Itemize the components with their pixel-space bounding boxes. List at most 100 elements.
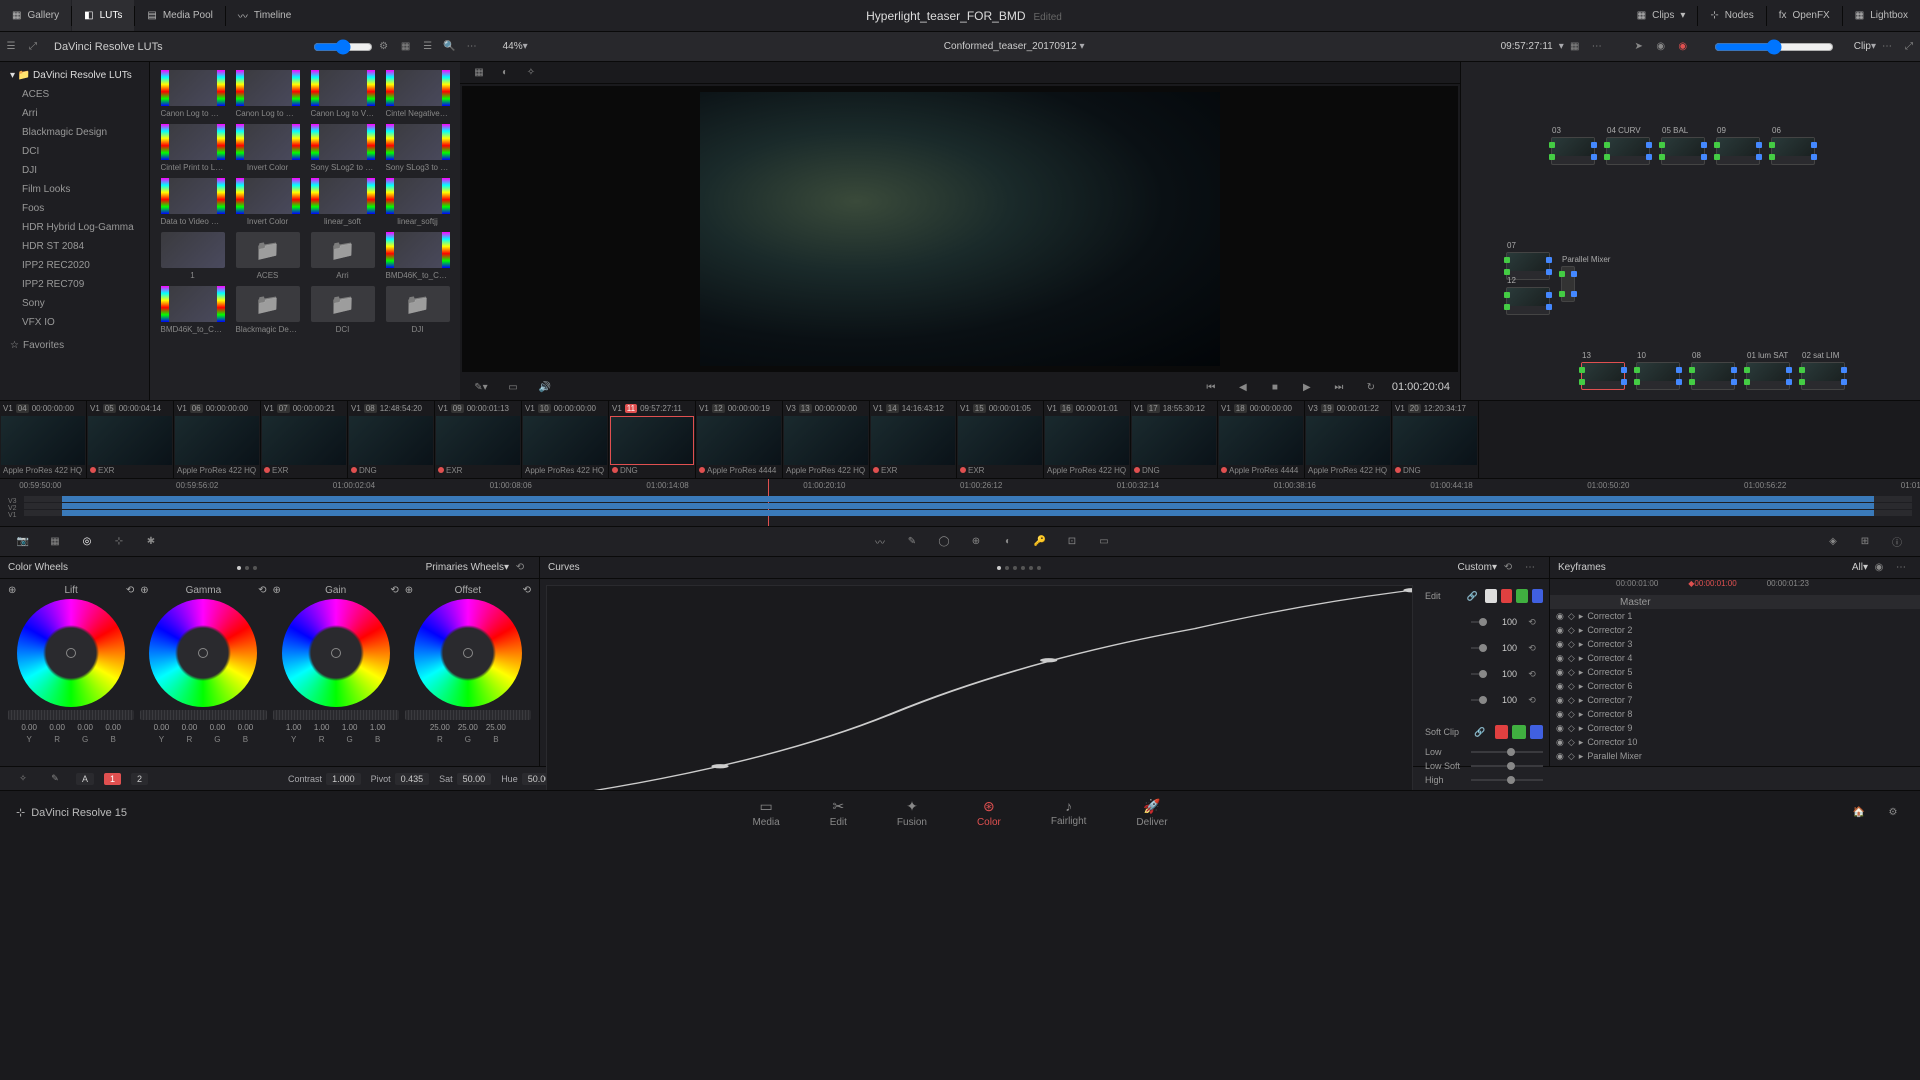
lut-folder-item[interactable]: IPP2 REC2020	[0, 256, 149, 275]
lut-folder-item[interactable]: Foos	[0, 199, 149, 218]
clip-thumb[interactable]: V11718:55:30:12DNG	[1131, 401, 1218, 478]
lut-folder-item[interactable]: Film Looks	[0, 180, 149, 199]
zoom-value[interactable]: 44%	[503, 41, 523, 52]
reset-icon[interactable]: ⟲	[258, 585, 266, 596]
page-2[interactable]: 2	[131, 773, 148, 785]
link-icon[interactable]: 🔗	[1463, 585, 1481, 607]
chevron-down-icon[interactable]: ▾	[1559, 41, 1564, 52]
grid-view-icon[interactable]: ▦	[395, 36, 417, 58]
sc-chan-g[interactable]	[1512, 725, 1525, 739]
lut-folder-item[interactable]: DJI	[0, 161, 149, 180]
filter-icon[interactable]: ⚙	[373, 36, 395, 58]
favorites-item[interactable]: ☆ Favorites	[0, 336, 149, 355]
lut-folder-item[interactable]: HDR Hybrid Log-Gamma	[0, 218, 149, 237]
wipe-icon[interactable]: ✧	[520, 62, 542, 84]
lut-folder-item[interactable]: Sony	[0, 294, 149, 313]
lut-item[interactable]: 1	[158, 232, 227, 280]
lut-item[interactable]: Blackmagic Design	[233, 286, 302, 334]
tab-fusion[interactable]: ✦Fusion	[897, 798, 927, 828]
lut-item[interactable]: ACES	[233, 232, 302, 280]
clip-thumb[interactable]: V10700:00:00:21EXR	[261, 401, 348, 478]
clip-mode[interactable]: Clip	[1854, 41, 1871, 52]
wheels-mode[interactable]: Primaries Wheels	[426, 562, 504, 573]
tab-media[interactable]: ▭Media	[752, 798, 779, 828]
color-icon[interactable]: ◉	[1672, 36, 1694, 58]
qualifier-icon[interactable]: ✎	[901, 531, 923, 553]
thumb-size-slider[interactable]	[313, 39, 373, 55]
keyframe-row[interactable]: ◉◇▸Corrector 8	[1550, 707, 1920, 721]
g-intensity-slider[interactable]	[1471, 673, 1487, 675]
auto-balance-icon[interactable]: ✧	[12, 768, 34, 790]
node[interactable]: 10	[1636, 362, 1680, 390]
bypass-icon[interactable]: ✎▾	[470, 376, 492, 398]
clip-thumb[interactable]: V31300:00:00:00Apple ProRes 422 HQ	[783, 401, 870, 478]
reset-icon[interactable]: ⟲	[1521, 689, 1543, 711]
rgb-mixer-icon[interactable]: ⊹	[108, 531, 130, 553]
curves-mode[interactable]: Custom	[1458, 562, 1492, 573]
scopes-icon[interactable]: ⊞	[1854, 531, 1876, 553]
picker-icon[interactable]: ⊕	[405, 585, 413, 596]
clip-thumb[interactable]: V10900:00:01:13EXR	[435, 401, 522, 478]
keyframe-row[interactable]: ◉◇▸Corrector 10	[1550, 735, 1920, 749]
lut-folder-item[interactable]: HDR ST 2084	[0, 237, 149, 256]
expand-icon[interactable]: ⤢	[22, 36, 44, 58]
wheels-page-dots[interactable]	[237, 566, 257, 570]
clip-thumb[interactable]: V11000:00:00:00Apple ProRes 422 HQ	[522, 401, 609, 478]
node-icon[interactable]: ◉	[1650, 36, 1672, 58]
lut-folder-item[interactable]: ACES	[0, 85, 149, 104]
node[interactable]: 05 BAL	[1661, 137, 1705, 165]
page-1[interactable]: 1	[104, 773, 121, 785]
node[interactable]: 01 lum SAT	[1746, 362, 1790, 390]
keyframe-row[interactable]: ◉◇▸Corrector 7	[1550, 693, 1920, 707]
keyframe-row[interactable]: ◉◇▸Corrector 3	[1550, 637, 1920, 651]
key-icon[interactable]: 🔑	[1029, 531, 1051, 553]
kf-options-icon[interactable]: ⋯	[1890, 557, 1912, 579]
highlight-icon[interactable]: ◐	[494, 62, 516, 84]
node[interactable]: 09	[1716, 137, 1760, 165]
picker-icon[interactable]: ⊕	[273, 585, 281, 596]
lut-folder-item[interactable]: Blackmagic Design	[0, 123, 149, 142]
curves-options-icon[interactable]: ⋯	[1519, 557, 1541, 579]
timeline-button[interactable]: 〰Timeline	[226, 0, 303, 31]
clip-thumb[interactable]: V31900:00:01:22Apple ProRes 422 HQ	[1305, 401, 1392, 478]
keyframe-row[interactable]: ◉◇▸Corrector 1	[1550, 609, 1920, 623]
tab-deliver[interactable]: 🚀Deliver	[1136, 798, 1167, 828]
viewer-grid-icon[interactable]: ▦	[1564, 36, 1586, 58]
node[interactable]: Parallel Mixer	[1561, 266, 1575, 302]
high-slider[interactable]	[1471, 779, 1543, 781]
lut-folder-root[interactable]: ▾ 📁 DaVinci Resolve LUTs	[0, 66, 149, 85]
color-wheel[interactable]	[149, 599, 257, 707]
lut-item[interactable]: Arri	[308, 232, 377, 280]
reset-icon[interactable]: ⟲	[1497, 557, 1519, 579]
clip-thumb[interactable]: V10400:00:00:00Apple ProRes 422 HQ	[0, 401, 87, 478]
reset-icon[interactable]: ⟲	[509, 557, 531, 579]
node[interactable]: 12	[1506, 287, 1550, 315]
color-wheel[interactable]	[282, 599, 390, 707]
clips-dropdown[interactable]: ▦Clips▾	[1625, 0, 1698, 31]
stereo-icon[interactable]: ▭	[1093, 531, 1115, 553]
sc-chan-r[interactable]	[1495, 725, 1508, 739]
curve-graph[interactable]	[546, 585, 1413, 799]
wheels-icon[interactable]: ◎	[76, 531, 98, 553]
nodes-button[interactable]: ⊹Nodes	[1698, 0, 1765, 31]
contrast-value[interactable]: 1.000	[326, 773, 361, 785]
sidebar-toggle-icon[interactable]: ☰	[0, 36, 22, 58]
loop-icon[interactable]: ↻	[1360, 376, 1382, 398]
lut-item[interactable]: BMD46K_to_Comet_...	[158, 286, 227, 334]
node[interactable]: 08	[1691, 362, 1735, 390]
mute-icon[interactable]: 🔊	[534, 376, 556, 398]
curves-icon[interactable]: 〰	[869, 531, 891, 553]
master-wheel[interactable]	[140, 710, 266, 720]
expand-icon[interactable]: ⤢	[1898, 36, 1920, 58]
chan-y[interactable]	[1485, 589, 1496, 603]
lowsoft-slider[interactable]	[1471, 765, 1543, 767]
chan-b[interactable]	[1532, 589, 1543, 603]
mini-timeline[interactable]: 00:59:50:0000:59:56:0201:00:02:0401:00:0…	[0, 478, 1920, 526]
stop-icon[interactable]: ■	[1264, 376, 1286, 398]
kf-filter[interactable]: All	[1852, 562, 1863, 573]
lut-folder-item[interactable]: IPP2 REC709	[0, 275, 149, 294]
chevron-down-icon[interactable]: ▾	[1079, 41, 1084, 52]
picker-icon[interactable]: ⊕	[140, 585, 148, 596]
grab-still-icon[interactable]: ▭	[502, 376, 524, 398]
curves-page-dots[interactable]	[997, 566, 1041, 570]
